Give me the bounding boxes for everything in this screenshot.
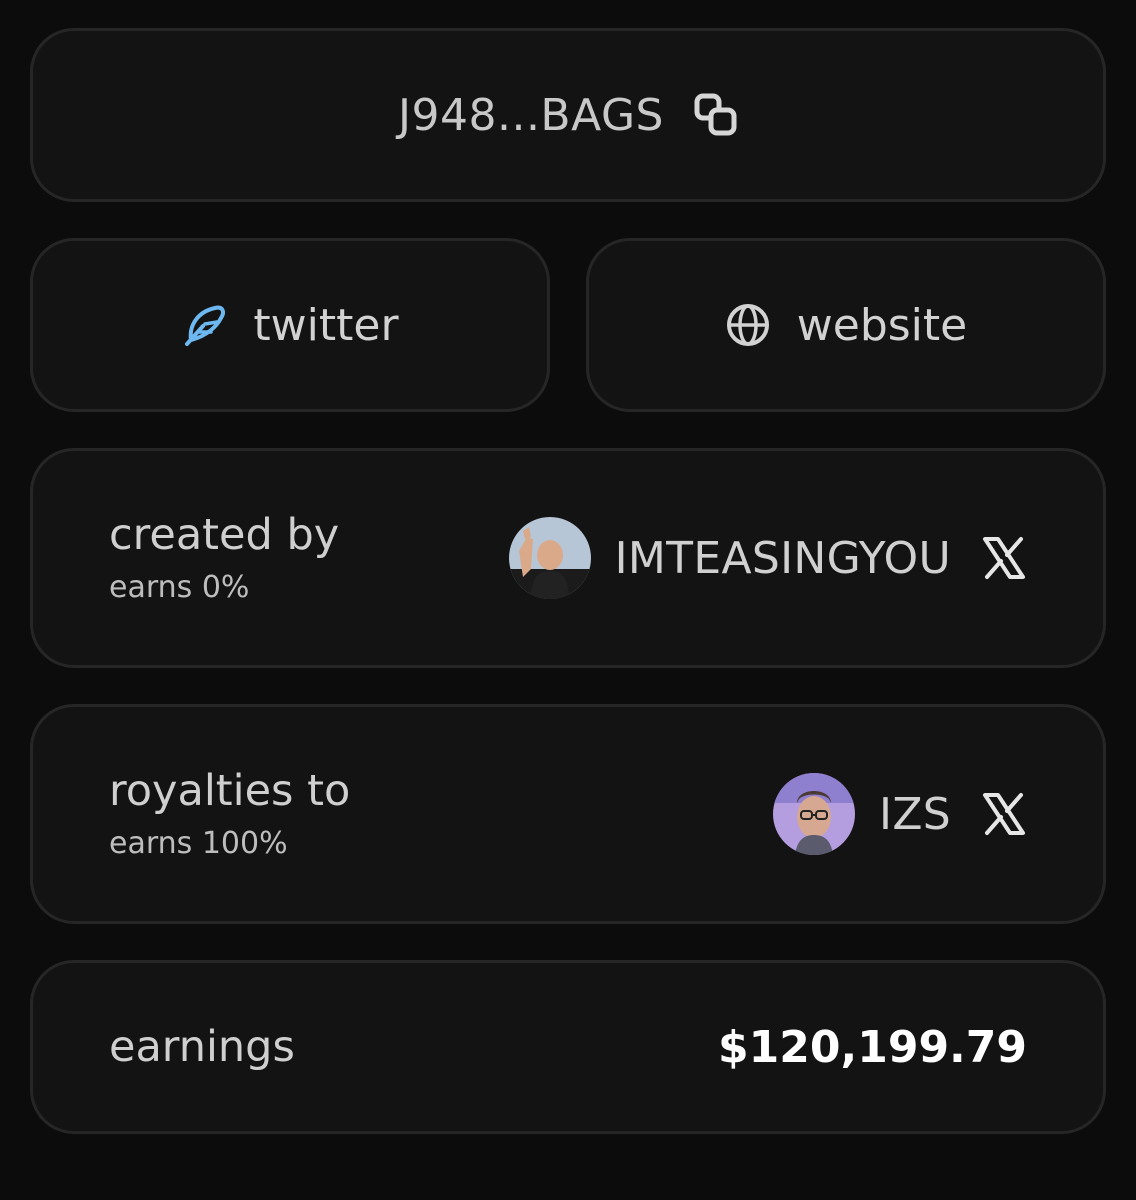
- x-icon[interactable]: [981, 535, 1027, 581]
- royalties-info: royalties to earns 100%: [109, 763, 350, 865]
- creator-username[interactable]: IMTEASINGYOU: [615, 533, 951, 584]
- website-link-label: website: [796, 299, 968, 351]
- earnings-label: earnings: [109, 1022, 295, 1072]
- royalties-username[interactable]: IZS: [879, 789, 951, 840]
- website-link-button[interactable]: website: [586, 238, 1106, 412]
- token-info-panel: J948...BAGS twitter website created by e…: [0, 0, 1136, 1200]
- creator-info: created by earns 0%: [109, 507, 339, 609]
- royalties-avatar[interactable]: [773, 773, 856, 855]
- royalties-earns: earns 100%: [109, 826, 288, 861]
- royalties-profile[interactable]: IZS: [773, 773, 1027, 855]
- twitter-link-label: twitter: [253, 299, 399, 351]
- contract-address: J948...BAGS: [398, 89, 664, 141]
- contract-address-button[interactable]: J948...BAGS: [30, 28, 1106, 202]
- copy-icon[interactable]: [694, 93, 738, 137]
- creator-title: created by: [109, 510, 340, 560]
- creator-profile[interactable]: IMTEASINGYOU: [508, 517, 1027, 599]
- creator-earns: earns 0%: [109, 570, 250, 605]
- twitter-link-button[interactable]: twitter: [30, 238, 550, 412]
- earnings-row: earnings $120,199.79: [30, 960, 1106, 1134]
- feather-icon: [181, 302, 227, 348]
- x-icon[interactable]: [981, 791, 1027, 837]
- earnings-value: $120,199.79: [718, 1021, 1027, 1073]
- creator-avatar[interactable]: [508, 517, 591, 599]
- creator-row: created by earns 0% IMTEASINGYOU: [30, 448, 1106, 668]
- globe-icon: [725, 302, 771, 348]
- royalties-row: royalties to earns 100% IZS: [30, 704, 1106, 924]
- royalties-title: royalties to: [109, 766, 351, 816]
